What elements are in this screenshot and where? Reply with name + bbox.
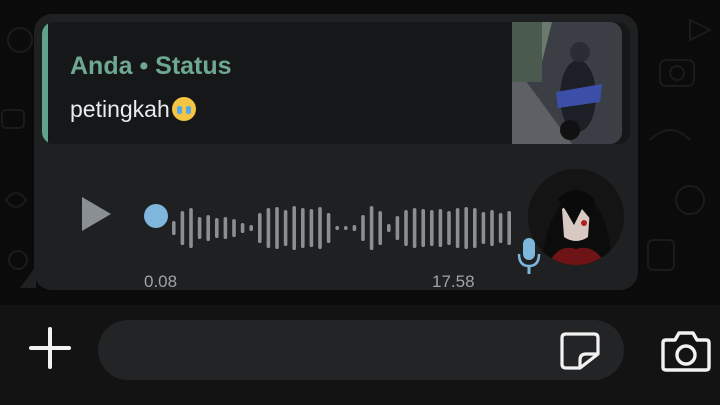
waveform-bar [395,216,400,240]
quote-text: petingkah [70,96,196,123]
microphone-icon [517,238,541,274]
waveform-bar [421,209,425,247]
waveform-bar [481,212,486,244]
crying-face-emoji-icon [171,97,196,121]
waveform-bar [283,210,288,246]
waveform-bar [464,207,468,249]
waveform-bar [180,211,185,245]
bubble-tail [20,266,36,288]
voice-waveform[interactable] [172,202,522,254]
sender-avatar[interactable] [528,169,624,265]
waveform-bar [447,211,451,245]
waveform-bar [197,217,202,239]
waveform-bar [240,223,245,233]
waveform-bar [318,207,322,249]
waveform-bar [369,206,374,250]
attach-button[interactable] [28,326,72,370]
waveform-bar [309,209,314,247]
waveform-bar [189,208,193,248]
waveform-bar [352,225,357,231]
waveform-bar [387,224,391,232]
waveform-bar [275,207,279,249]
waveform-bar [258,213,262,243]
waveform-bar [326,213,331,243]
waveform-bar [438,209,443,247]
quote-text-label: petingkah [70,96,170,122]
waveform-bar [507,211,511,245]
waveform-bar [335,226,339,230]
waveform-bar [172,221,176,235]
waveform-bar [490,210,494,246]
waveform-bar [292,206,296,250]
waveform-bar [232,219,236,237]
camera-icon [661,331,711,372]
play-button[interactable] [78,194,114,234]
quote-title: Anda • Status [70,52,232,80]
sticker-icon [560,332,600,370]
waveform-bar [301,208,305,248]
waveform-bar [498,213,503,243]
waveform-bar [412,208,417,248]
status-reply-quote[interactable]: Anda • Status petingkah [42,22,630,144]
status-thumbnail [512,22,622,144]
quote-accent-bar [42,22,48,144]
waveform-bar [206,215,210,241]
waveform-bar [404,210,408,246]
play-icon [82,197,111,231]
total-duration: 17.58 [432,272,475,291]
waveform-bar [378,211,382,245]
waveform-bar [215,218,219,238]
waveform-bar [223,217,228,239]
waveform-bar [473,208,477,248]
waveform-bar [266,208,271,248]
waveform-bar [430,210,434,246]
message-input[interactable] [98,320,624,380]
waveform-bar [249,225,253,231]
waveform-bar [344,226,348,230]
sticker-button[interactable] [558,330,602,372]
waveform-bar [455,208,460,248]
current-time: 0.08 [144,272,178,291]
voice-message-bubble[interactable]: Anda • Status petingkah 0.08 17.58 [34,14,638,291]
camera-button[interactable] [660,328,712,374]
plus-icon [29,327,71,369]
playback-seek-handle[interactable] [144,204,168,228]
waveform-bar [361,215,365,241]
